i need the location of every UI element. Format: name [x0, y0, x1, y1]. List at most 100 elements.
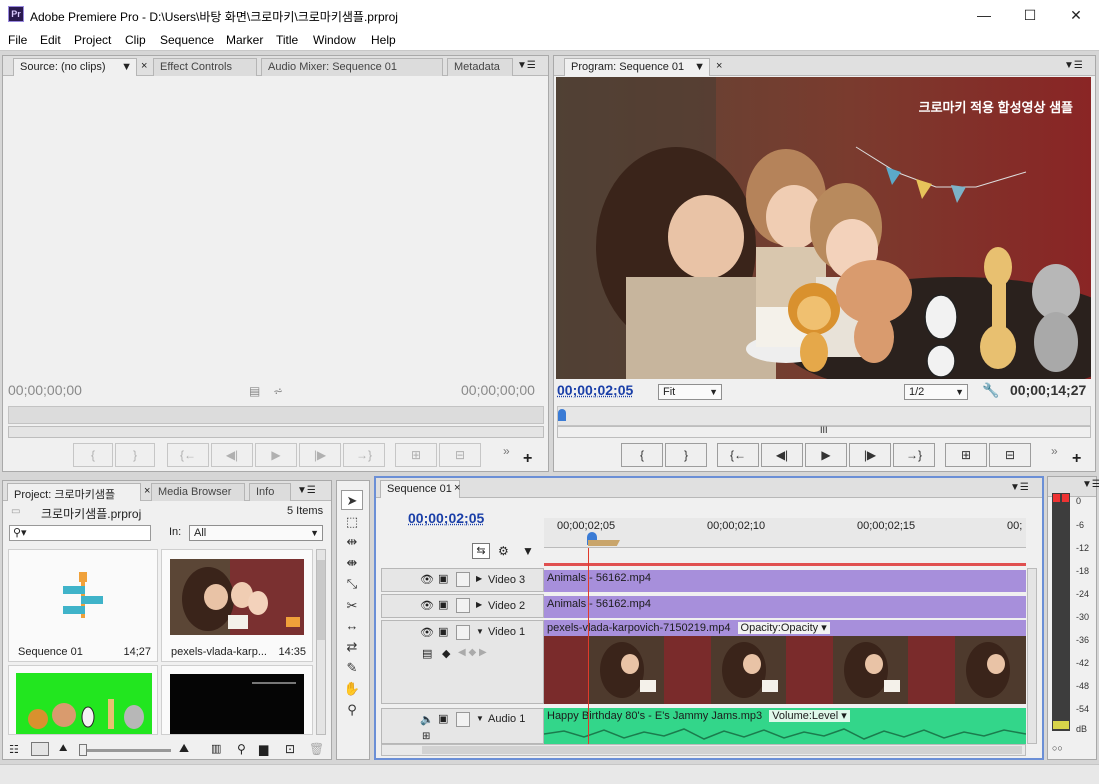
- playhead-marker-icon[interactable]: [558, 409, 566, 421]
- tab-close-icon[interactable]: ×: [144, 485, 150, 497]
- program-current-timecode[interactable]: 00;00;02;05: [557, 382, 633, 398]
- zoom-grip-icon[interactable]: III: [820, 425, 828, 435]
- more-controls-icon[interactable]: »: [503, 444, 510, 458]
- icon-view-icon[interactable]: [31, 742, 49, 756]
- tab-media-browser[interactable]: Media Browser: [151, 483, 245, 501]
- tab-project[interactable]: Project: 크로마키샘플: [7, 483, 141, 501]
- step-forward-button[interactable]: |▶: [849, 443, 891, 467]
- go-to-in-button[interactable]: {←: [717, 443, 759, 467]
- tab-info[interactable]: Info: [249, 483, 291, 501]
- delete-icon[interactable]: 🗑: [309, 742, 324, 756]
- menu-help[interactable]: Help: [371, 33, 396, 47]
- program-time-ruler[interactable]: [557, 406, 1091, 426]
- panel-menu-icon[interactable]: ▼☰: [297, 485, 316, 496]
- panel-menu-icon[interactable]: ▼☰: [1064, 60, 1083, 71]
- thumbnail-size-slider[interactable]: [79, 744, 171, 756]
- project-scrollbar[interactable]: [316, 549, 326, 735]
- filmstrip-icon[interactable]: ▤: [249, 384, 260, 398]
- track-expand-icon[interactable]: ▶: [476, 600, 482, 609]
- mark-in-button[interactable]: {: [73, 443, 113, 467]
- menu-file[interactable]: File: [8, 33, 27, 47]
- snap-toggle-icon[interactable]: ⇆: [472, 543, 490, 559]
- extract-button[interactable]: ⊟: [989, 443, 1031, 467]
- tab-menu-caret-icon[interactable]: ▼: [694, 61, 705, 73]
- track-eye-icon[interactable]: 👁: [420, 599, 434, 612]
- track-lock-toggle[interactable]: [456, 572, 470, 587]
- project-item-pexels-video[interactable]: pexels-vlada-karp... 14:35: [161, 549, 313, 662]
- project-item-sequence[interactable]: Sequence 01 14;27: [8, 549, 158, 662]
- track-audio-icon[interactable]: ▣: [438, 712, 448, 725]
- minimize-button[interactable]: —: [961, 0, 1007, 30]
- display-style-icon[interactable]: ⊞: [422, 731, 430, 742]
- timeline-ruler[interactable]: 00;00;02;05 00;00;02;10 00;00;02;15 00;: [544, 518, 1026, 548]
- track-speaker-icon[interactable]: 🔈: [420, 713, 434, 726]
- track-film-icon[interactable]: ▣: [438, 625, 448, 638]
- zoom-tool-icon[interactable]: ⚲: [341, 700, 363, 720]
- timeline-clip-audio-1[interactable]: Happy Birthday 80's - E's Jammy Jams.mp3…: [544, 708, 1026, 724]
- solo-buttons-icon[interactable]: ○○: [1052, 743, 1063, 753]
- pen-tool-icon[interactable]: ✎: [341, 658, 363, 678]
- insert-button[interactable]: ⊞: [395, 443, 437, 467]
- in-filter-dropdown[interactable]: All ▼: [189, 525, 323, 541]
- tab-program[interactable]: Program: Sequence 01 ▼: [564, 58, 710, 76]
- tab-source[interactable]: Source: (no clips) ▼: [13, 58, 137, 76]
- slider-thumb[interactable]: [79, 744, 87, 756]
- ripple-edit-tool-icon[interactable]: ⇹: [341, 532, 363, 552]
- add-button-icon[interactable]: +: [523, 450, 532, 468]
- razor-tool-icon[interactable]: ✂: [341, 596, 363, 616]
- project-item-caption-title[interactable]: [161, 665, 313, 735]
- timeline-vertical-scrollbar[interactable]: [1027, 568, 1037, 744]
- menu-edit[interactable]: Edit: [40, 33, 61, 47]
- maximize-button[interactable]: ☐: [1007, 0, 1053, 30]
- slip-tool-icon[interactable]: ↔: [341, 616, 363, 636]
- overwrite-button[interactable]: ⊟: [439, 443, 481, 467]
- audio-waveform[interactable]: [543, 724, 1027, 744]
- menu-project[interactable]: Project: [74, 33, 111, 47]
- new-bin-icon[interactable]: ▆: [259, 742, 268, 756]
- scroll-thumb[interactable]: [317, 560, 325, 640]
- track-film-icon[interactable]: ▣: [438, 598, 448, 611]
- work-area-bar[interactable]: [588, 540, 620, 546]
- lift-button[interactable]: ⊞: [945, 443, 987, 467]
- display-style-icon[interactable]: ▤: [422, 647, 432, 660]
- tab-metadata[interactable]: Metadata: [447, 58, 513, 76]
- keyframe-nav-icon[interactable]: ◀ ◆ ▶: [458, 647, 487, 658]
- go-to-out-button[interactable]: →}: [893, 443, 935, 467]
- panel-menu-icon[interactable]: ▼☰: [1082, 479, 1099, 490]
- track-film-icon[interactable]: ▣: [438, 572, 448, 585]
- rolling-edit-tool-icon[interactable]: ⇼: [341, 553, 363, 573]
- timeline-clip-video-2[interactable]: Animals - 56162.mp4: [544, 596, 1026, 618]
- track-select-tool-icon[interactable]: ⬚: [341, 512, 363, 532]
- track-expand-icon[interactable]: ▶: [476, 574, 482, 583]
- project-search-input[interactable]: ⚲▾: [9, 525, 151, 541]
- timeline-current-timecode[interactable]: 00;00;02;05: [408, 510, 484, 526]
- step-back-button[interactable]: ◀|: [211, 443, 253, 467]
- project-item-animals-video[interactable]: [8, 665, 158, 735]
- set-encore-marker-icon[interactable]: ⚙: [498, 544, 509, 558]
- menu-marker[interactable]: Marker: [226, 33, 263, 47]
- resolution-dropdown[interactable]: 1/2 ▼: [904, 384, 968, 400]
- more-controls-icon[interactable]: »: [1051, 444, 1058, 458]
- effect-property-dropdown[interactable]: Volume:Level ▾: [769, 710, 850, 722]
- selection-tool-icon[interactable]: ➤: [341, 490, 363, 510]
- play-button[interactable]: ▶: [255, 443, 297, 467]
- source-zoom-bar[interactable]: [8, 426, 544, 438]
- wrench-settings-icon[interactable]: 🔧: [982, 382, 999, 399]
- go-to-in-button[interactable]: {←: [167, 443, 209, 467]
- tab-close-icon[interactable]: ×: [454, 482, 460, 494]
- timeline-clip-video-1[interactable]: pexels-vlada-karpovich-7150219.mp4 Opaci…: [544, 620, 1026, 636]
- zoom-out-icon[interactable]: ⛰: [59, 743, 67, 754]
- menu-title[interactable]: Title: [276, 33, 298, 47]
- automate-to-sequence-icon[interactable]: ▥: [211, 742, 221, 755]
- list-view-icon[interactable]: ☷: [9, 743, 19, 756]
- video-1-filmstrip[interactable]: [544, 636, 1026, 704]
- panel-menu-icon[interactable]: ▼☰: [1010, 482, 1029, 493]
- add-button-icon[interactable]: +: [1072, 450, 1081, 468]
- track-collapse-icon[interactable]: ▼: [476, 714, 484, 723]
- effect-property-dropdown[interactable]: Opacity:Opacity ▾: [737, 622, 830, 634]
- track-eye-icon[interactable]: 👁: [420, 573, 434, 586]
- track-lock-toggle[interactable]: [456, 625, 470, 640]
- step-back-button[interactable]: ◀|: [761, 443, 803, 467]
- tab-audio-mixer[interactable]: Audio Mixer: Sequence 01: [261, 58, 443, 76]
- go-to-out-button[interactable]: →}: [343, 443, 385, 467]
